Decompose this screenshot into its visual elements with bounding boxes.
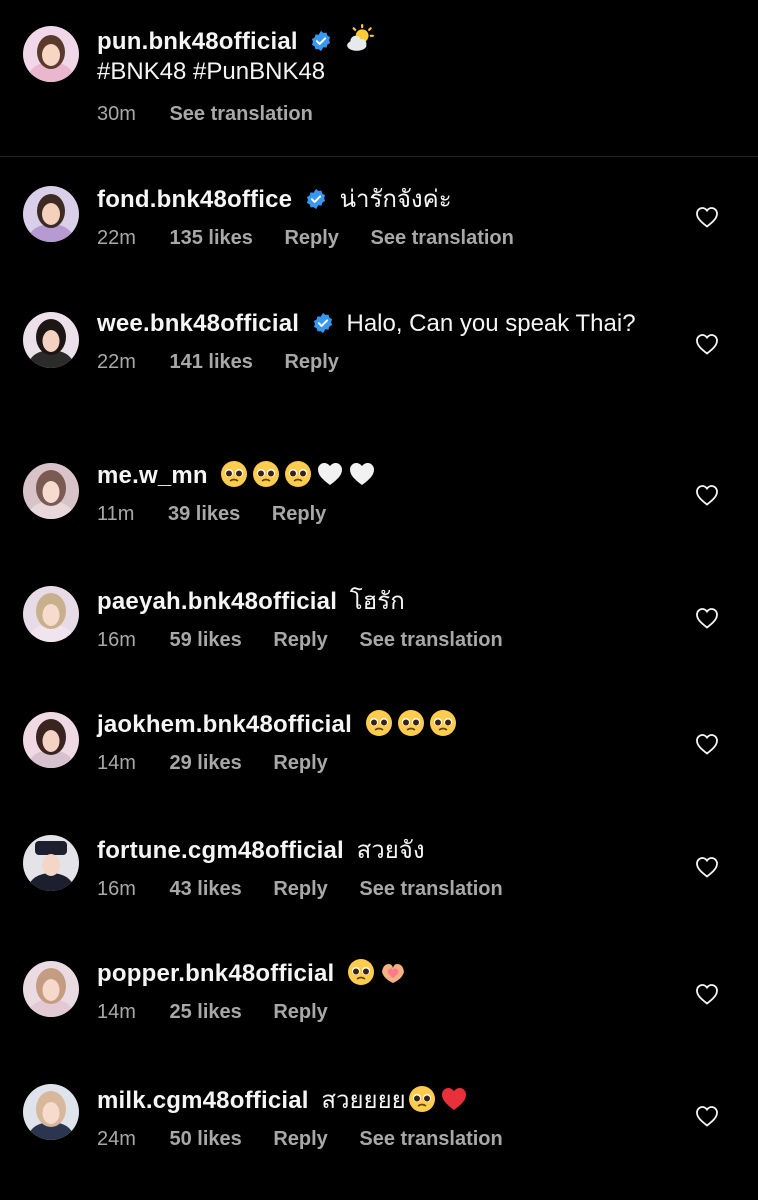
comment-text: น่ารักจังค่ะ bbox=[339, 186, 452, 213]
likes-count[interactable]: 25 likes bbox=[169, 1001, 241, 1023]
see-translation-button[interactable]: See translation bbox=[370, 227, 513, 249]
avatar[interactable] bbox=[23, 961, 79, 1017]
comment-text: สวยยยย bbox=[321, 1087, 406, 1114]
avatar[interactable] bbox=[23, 586, 79, 642]
see-translation-button[interactable]: See translation bbox=[359, 629, 502, 651]
comment-text: สวยจัง bbox=[356, 837, 425, 864]
reply-button[interactable]: Reply bbox=[273, 629, 327, 651]
likes-count[interactable]: 29 likes bbox=[169, 752, 241, 774]
comment-time: 11m bbox=[97, 503, 135, 525]
like-heart-icon[interactable] bbox=[695, 1105, 719, 1127]
comment-time: 16m bbox=[97, 629, 136, 651]
like-heart-icon[interactable] bbox=[695, 983, 719, 1005]
verified-badge-icon bbox=[312, 30, 331, 52]
verified-badge-icon bbox=[306, 188, 325, 210]
pleading-face-icon bbox=[429, 710, 456, 736]
likes-count[interactable]: 59 likes bbox=[169, 629, 241, 651]
avatar[interactable] bbox=[23, 463, 79, 519]
avatar[interactable] bbox=[23, 26, 79, 82]
avatar[interactable] bbox=[23, 712, 79, 768]
verified-badge-icon bbox=[313, 312, 332, 334]
likes-count[interactable]: 39 likes bbox=[168, 503, 240, 525]
comment-username[interactable]: milk.cgm48official bbox=[97, 1087, 309, 1114]
avatar[interactable] bbox=[23, 312, 79, 368]
like-heart-icon[interactable] bbox=[695, 206, 719, 228]
like-heart-icon[interactable] bbox=[695, 333, 719, 355]
caption-username[interactable]: pun.bnk48official bbox=[97, 28, 298, 55]
likes-count[interactable]: 135 likes bbox=[169, 227, 252, 249]
white-heart-icon bbox=[318, 463, 343, 485]
likes-count[interactable]: 141 likes bbox=[169, 351, 252, 373]
caption-time: 30m bbox=[97, 103, 136, 125]
avatar[interactable] bbox=[23, 186, 79, 242]
comment-time: 22m bbox=[97, 351, 136, 373]
see-translation-button[interactable]: See translation bbox=[169, 103, 312, 125]
comment-time: 16m bbox=[97, 878, 136, 900]
like-heart-icon[interactable] bbox=[695, 733, 719, 755]
pleading-face-icon bbox=[253, 461, 280, 487]
comment-username[interactable]: jaokhem.bnk48official bbox=[97, 711, 352, 738]
comment-time: 24m bbox=[97, 1128, 136, 1150]
comment-time: 14m bbox=[97, 1001, 136, 1023]
pleading-face-icon bbox=[221, 461, 248, 487]
reply-button[interactable]: Reply bbox=[272, 503, 326, 525]
see-translation-button[interactable]: See translation bbox=[359, 878, 502, 900]
sun-behind-cloud-icon bbox=[347, 24, 375, 51]
comment-text: โฮรัก bbox=[349, 588, 405, 615]
like-heart-icon[interactable] bbox=[695, 484, 719, 506]
likes-count[interactable]: 43 likes bbox=[169, 878, 241, 900]
reply-button[interactable]: Reply bbox=[284, 227, 338, 249]
comment-time: 14m bbox=[97, 752, 136, 774]
comment-username[interactable]: fond.bnk48office bbox=[97, 186, 292, 213]
reply-button[interactable]: Reply bbox=[273, 752, 327, 774]
pleading-face-icon bbox=[365, 710, 392, 736]
comment-username[interactable]: paeyah.bnk48official bbox=[97, 588, 337, 615]
pleading-face-icon bbox=[348, 959, 375, 985]
likes-count[interactable]: 50 likes bbox=[169, 1128, 241, 1150]
caption-text: #BNK48 #PunBNK48 bbox=[97, 58, 326, 85]
comment-text: Halo, Can you speak Thai? bbox=[346, 310, 636, 337]
reply-button[interactable]: Reply bbox=[273, 1001, 327, 1023]
reply-button[interactable]: Reply bbox=[284, 351, 338, 373]
see-translation-button[interactable]: See translation bbox=[359, 1128, 502, 1150]
white-heart-icon bbox=[350, 463, 375, 485]
reply-button[interactable]: Reply bbox=[273, 878, 327, 900]
post-caption: pun.bnk48official #BNK48 #PunBNK48 30m S… bbox=[0, 0, 758, 157]
like-heart-icon[interactable] bbox=[695, 607, 719, 629]
like-heart-icon[interactable] bbox=[695, 856, 719, 878]
comment-username[interactable]: fortune.cgm48official bbox=[97, 837, 344, 864]
pleading-face-icon bbox=[408, 1086, 435, 1112]
pleading-face-icon bbox=[397, 710, 424, 736]
comment-username[interactable]: wee.bnk48official bbox=[97, 310, 299, 337]
pleading-face-icon bbox=[285, 461, 312, 487]
red-heart-icon bbox=[441, 1088, 466, 1110]
heart-hands-icon bbox=[382, 964, 405, 983]
avatar[interactable] bbox=[23, 835, 79, 891]
comment-username[interactable]: me.w_mn bbox=[97, 462, 208, 489]
avatar[interactable] bbox=[23, 1084, 79, 1140]
reply-button[interactable]: Reply bbox=[273, 1128, 327, 1150]
comment-time: 22m bbox=[97, 227, 136, 249]
comment-username[interactable]: popper.bnk48official bbox=[97, 960, 334, 987]
